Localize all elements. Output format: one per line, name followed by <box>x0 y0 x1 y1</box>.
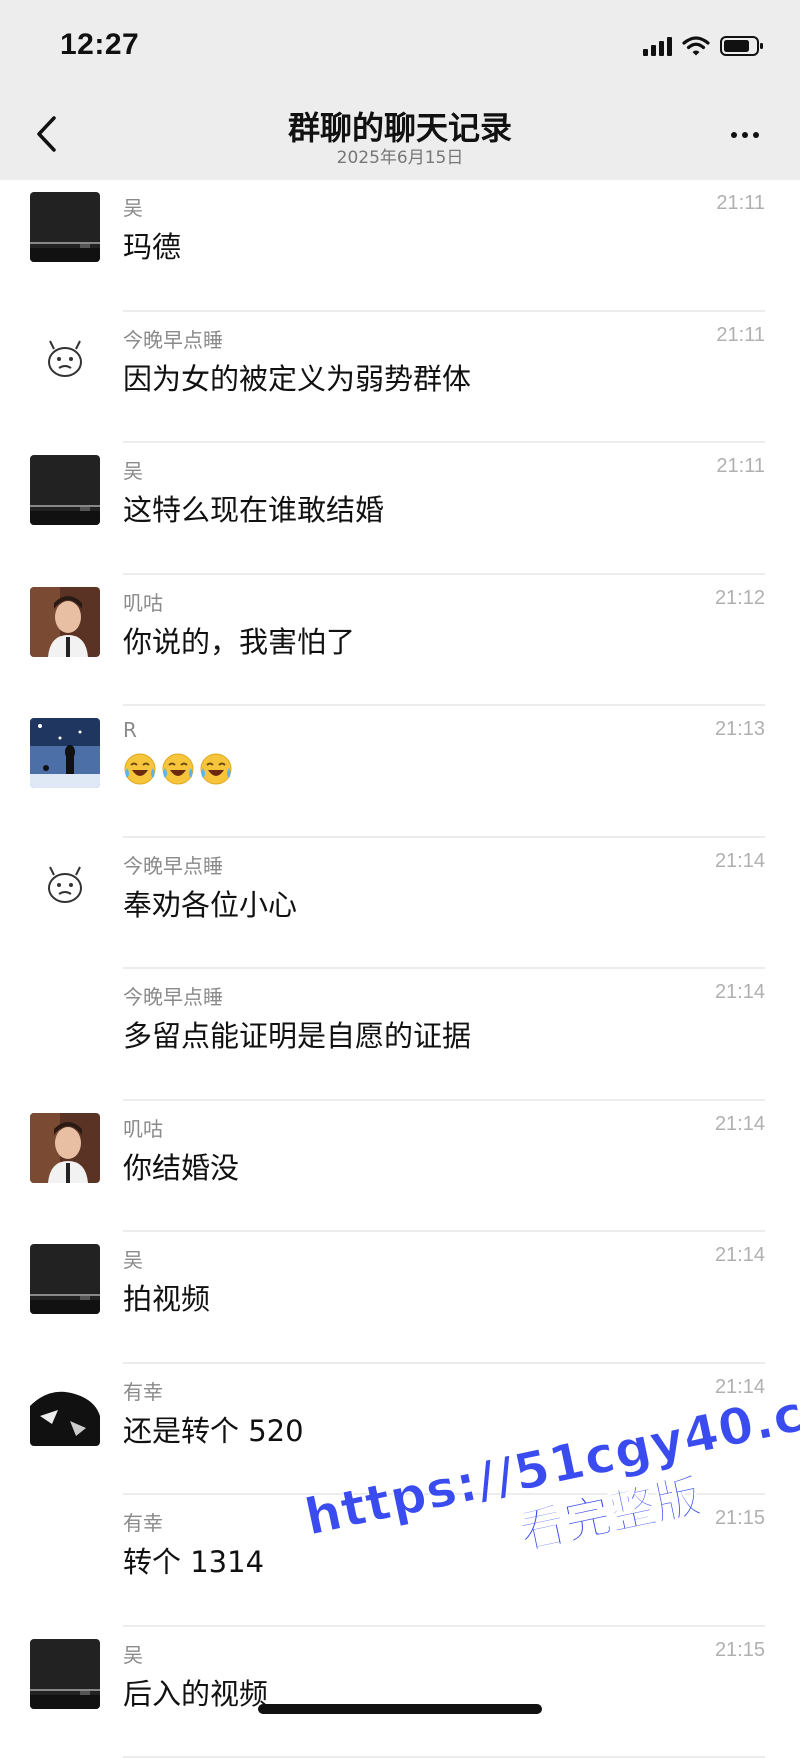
sender-name: 今晚早点睡 <box>123 981 223 1010</box>
message-text: 后入的视频 <box>123 1671 268 1713</box>
message-time: 21:12 <box>715 587 765 610</box>
avatar[interactable] <box>30 850 100 920</box>
message-row[interactable]: 叽咕 21:12 你说的，我害怕了 <box>0 575 800 707</box>
message-row[interactable]: 吴 21:11 这特么现在谁敢结婚 <box>0 443 800 575</box>
message-text <box>123 750 237 786</box>
crying-laughing-emoji-icon <box>123 752 157 786</box>
sender-name: 有幸 <box>123 1376 163 1405</box>
avatar[interactable] <box>30 1113 100 1183</box>
message-row[interactable]: 吴 21:11 玛德 <box>0 180 800 312</box>
avatar[interactable] <box>30 1376 100 1446</box>
message-text: 奉劝各位小心 <box>123 882 297 924</box>
more-dot-icon <box>731 132 737 138</box>
message-row[interactable]: 今晚早点睡 21:11 因为女的被定义为弱势群体 <box>0 312 800 444</box>
message-text: 多留点能证明是自愿的证据 <box>123 1013 471 1055</box>
message-time: 21:11 <box>716 455 765 478</box>
message-text: 拍视频 <box>123 1276 210 1318</box>
sender-name: 今晚早点睡 <box>123 324 223 353</box>
message-text: 玛德 <box>123 224 181 266</box>
message-row[interactable]: 今晚早点睡 21:14 多留点能证明是自愿的证据 <box>0 969 800 1101</box>
message-time: 21:14 <box>715 1244 765 1267</box>
message-time: 21:15 <box>715 1639 765 1662</box>
message-row[interactable]: R 21:13 <box>0 706 800 838</box>
sender-name: 今晚早点睡 <box>123 850 223 879</box>
more-dot-icon <box>742 132 748 138</box>
avatar[interactable] <box>30 587 100 657</box>
sender-name: R <box>123 718 137 742</box>
avatar[interactable] <box>30 1244 100 1314</box>
message-text: 转个 1314 <box>123 1539 264 1581</box>
page-subtitle-date: 2025年6月15日 <box>0 143 800 168</box>
status-bar: 12:27 <box>0 0 800 95</box>
sender-name: 叽咕 <box>123 1113 163 1142</box>
avatar[interactable] <box>30 718 100 788</box>
message-text: 你说的，我害怕了 <box>123 619 355 661</box>
sender-name: 吴 <box>123 1244 143 1273</box>
status-icons <box>643 34 764 58</box>
message-time: 21:11 <box>716 192 765 215</box>
message-time: 21:14 <box>715 1113 765 1136</box>
wifi-icon <box>682 35 710 57</box>
avatar[interactable] <box>30 192 100 262</box>
status-time: 12:27 <box>60 28 139 62</box>
nav-bar: 群聊的聊天记录 2025年6月15日 <box>0 95 800 180</box>
message-row[interactable]: 今晚早点睡 21:14 奉劝各位小心 <box>0 838 800 970</box>
message-time: 21:14 <box>715 850 765 873</box>
cellular-signal-icon <box>643 36 672 56</box>
avatar[interactable] <box>30 1639 100 1709</box>
message-text: 还是转个 520 <box>123 1408 304 1450</box>
avatar[interactable] <box>30 324 100 394</box>
more-options-button[interactable] <box>720 115 770 155</box>
message-row[interactable]: 吴 21:15 后入的视频 <box>0 1627 800 1758</box>
message-text: 这特么现在谁敢结婚 <box>123 487 384 529</box>
sender-name: 吴 <box>123 192 143 221</box>
crying-laughing-emoji-icon <box>199 752 233 786</box>
message-text: 因为女的被定义为弱势群体 <box>123 356 471 398</box>
message-time: 21:13 <box>715 718 765 741</box>
message-row[interactable]: 叽咕 21:14 你结婚没 <box>0 1101 800 1233</box>
home-indicator[interactable] <box>258 1704 542 1714</box>
message-row[interactable]: 吴 21:14 拍视频 <box>0 1232 800 1364</box>
sender-name: 叽咕 <box>123 587 163 616</box>
crying-laughing-emoji-icon <box>161 752 195 786</box>
avatar[interactable] <box>30 455 100 525</box>
message-time: 21:14 <box>715 981 765 1004</box>
more-dot-icon <box>753 132 759 138</box>
message-text: 你结婚没 <box>123 1145 239 1187</box>
sender-name: 有幸 <box>123 1507 163 1536</box>
sender-name: 吴 <box>123 455 143 484</box>
battery-icon <box>720 35 764 57</box>
sender-name: 吴 <box>123 1639 143 1668</box>
message-time: 21:11 <box>716 324 765 347</box>
